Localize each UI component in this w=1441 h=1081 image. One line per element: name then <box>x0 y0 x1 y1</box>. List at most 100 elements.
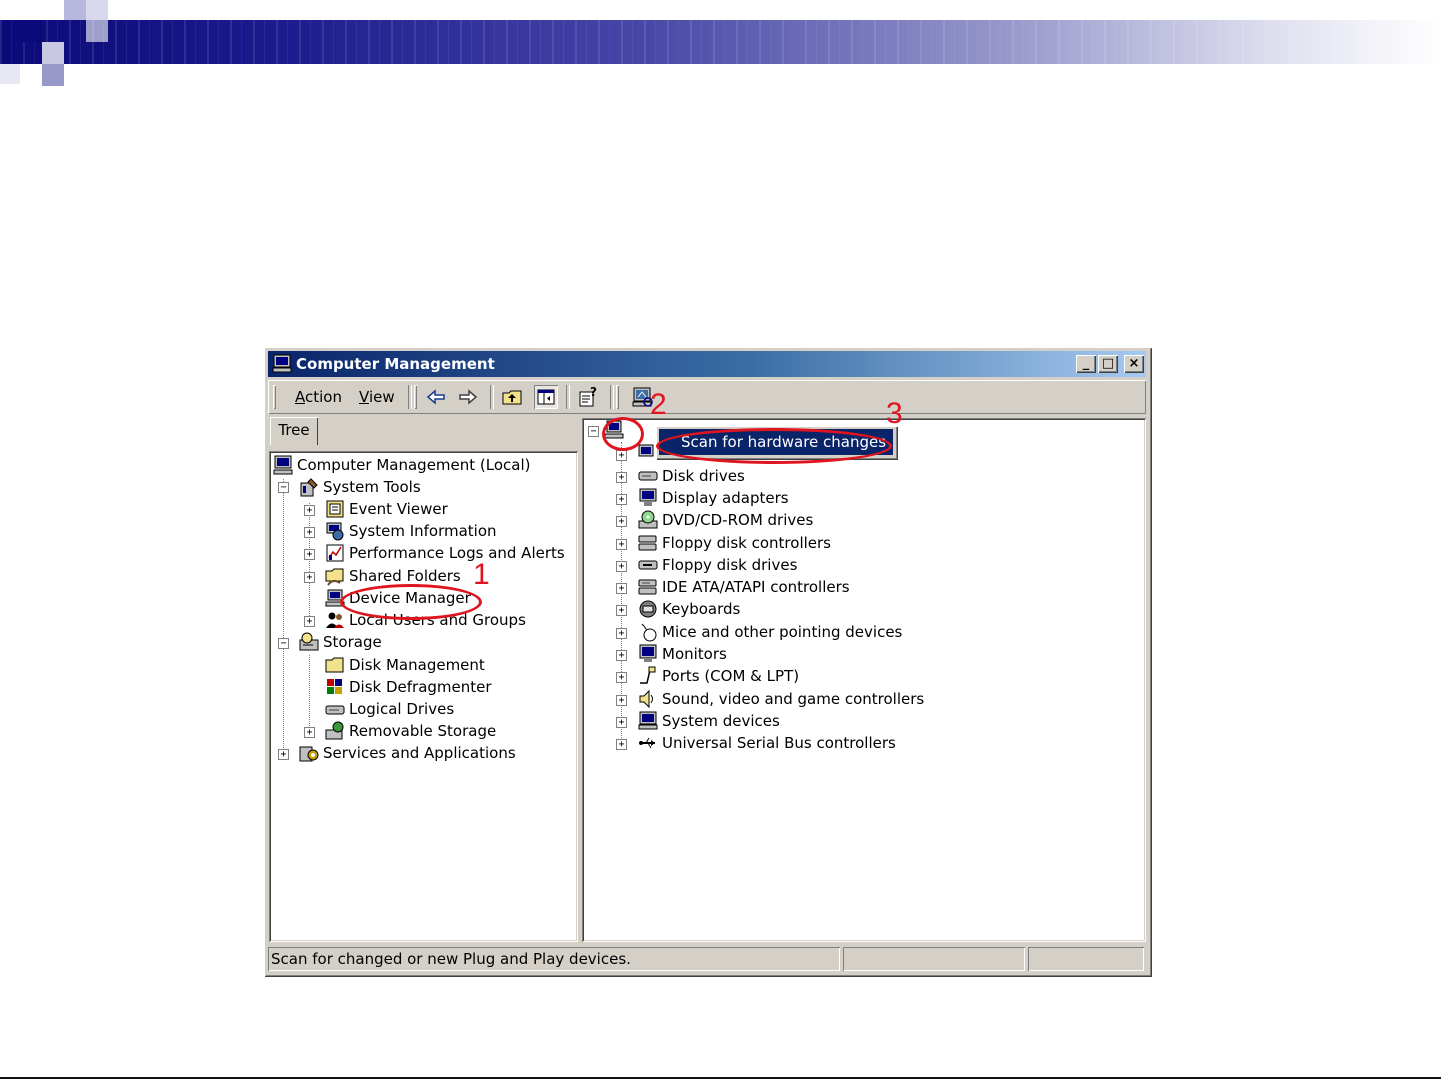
status-bar: Scan for changed or new Plug and Play de… <box>268 947 1146 971</box>
expand-toggle[interactable]: + <box>304 616 315 627</box>
logical-drives-icon <box>325 705 345 715</box>
expand-toggle[interactable]: + <box>616 739 627 750</box>
tree-node-label: Event Viewer <box>349 500 448 518</box>
floppy-drive-icon <box>638 560 658 570</box>
slide-decor-square <box>64 0 86 20</box>
slide-decor-square <box>42 64 64 86</box>
tree-node-label: Disk Management <box>349 656 485 674</box>
usb-icon <box>639 737 655 749</box>
expand-toggle[interactable]: + <box>304 572 315 583</box>
device-category-label: System devices <box>662 712 780 730</box>
console-tree-pane[interactable]: Computer Management (Local) − System Too… <box>269 451 578 942</box>
status-text: Scan for changed or new Plug and Play de… <box>268 947 840 971</box>
device-category-label: Keyboards <box>662 600 741 618</box>
collapse-toggle[interactable]: − <box>588 426 599 437</box>
expand-toggle[interactable]: + <box>616 494 627 505</box>
disk-management-icon <box>325 657 344 673</box>
expand-toggle[interactable]: + <box>616 628 627 639</box>
device-category-label: DVD/CD-ROM drives <box>662 511 814 529</box>
slide-footer-line <box>0 1077 1441 1079</box>
expand-toggle[interactable]: + <box>304 505 315 516</box>
expand-toggle[interactable]: + <box>616 472 627 483</box>
title-bar[interactable]: Computer Management _ □ × <box>268 351 1146 377</box>
tree-node-label: Computer Management (Local) <box>297 456 531 474</box>
context-menu: Scan for hardware changes <box>656 426 898 460</box>
toolbar-grip <box>414 385 417 409</box>
device-category-label: Floppy disk controllers <box>662 534 831 552</box>
tree-node-label: Disk Defragmenter <box>349 678 492 696</box>
device-list-pane[interactable]: − + + Disk drives + Display adapters + D… <box>582 418 1146 942</box>
tree-node-label: Removable Storage <box>349 722 497 740</box>
toolbar-separator <box>610 385 614 409</box>
display-adapter-icon <box>639 488 657 506</box>
action-menu[interactable]: Action <box>295 388 342 406</box>
expand-toggle[interactable]: + <box>616 650 627 661</box>
collapse-toggle[interactable]: − <box>278 482 289 493</box>
tree-node-label: Services and Applications <box>323 744 516 762</box>
computer-icon <box>273 455 293 475</box>
computer-device-icon <box>638 444 654 457</box>
device-category-label: Monitors <box>662 645 727 663</box>
tree-node-label: System Tools <box>323 478 421 496</box>
disk-defragmenter-icon <box>327 679 342 694</box>
forward-arrow-icon[interactable] <box>456 385 480 409</box>
toolbar-grip <box>273 385 276 409</box>
expand-toggle[interactable]: + <box>616 561 627 572</box>
expand-toggle[interactable]: + <box>616 450 627 461</box>
tree-node-label: Performance Logs and Alerts <box>349 544 565 562</box>
toolbar-separator <box>408 385 412 409</box>
performance-logs-icon <box>326 544 344 562</box>
system-information-icon <box>326 522 344 541</box>
computer-management-window: Computer Management _ □ × Action View ? … <box>264 347 1152 977</box>
tree-node-label: System Information <box>349 522 497 540</box>
expand-toggle[interactable]: + <box>278 749 289 760</box>
show-hide-console-tree-icon[interactable] <box>534 385 558 409</box>
port-icon <box>640 666 656 684</box>
collapse-toggle[interactable]: − <box>278 638 289 649</box>
storage-icon <box>299 632 319 651</box>
mouse-icon <box>641 623 657 642</box>
tree-node-label: Storage <box>323 633 382 651</box>
expand-toggle[interactable]: + <box>304 727 315 738</box>
annotation-number: 2 <box>650 388 667 421</box>
system-devices-icon <box>638 711 658 730</box>
scan-for-hardware-changes-menu-item[interactable]: Scan for hardware changes <box>659 429 893 455</box>
view-menu[interactable]: View <box>359 388 395 406</box>
expand-toggle[interactable]: + <box>616 539 627 550</box>
back-arrow-icon[interactable] <box>424 385 448 409</box>
tree-connector <box>309 655 310 732</box>
tree-node-label: Logical Drives <box>349 700 455 718</box>
expand-toggle[interactable]: + <box>616 583 627 594</box>
up-one-level-icon[interactable] <box>500 385 524 409</box>
annotation-number: 1 <box>473 558 490 591</box>
tree-node-label: Local Users and Groups <box>349 611 526 629</box>
floppy-controller-icon <box>638 535 657 551</box>
removable-storage-icon <box>325 721 344 740</box>
expand-toggle[interactable]: + <box>616 672 627 683</box>
tab-tree[interactable]: Tree <box>270 417 318 445</box>
slide-header-banner <box>0 20 1441 64</box>
tree-node-label: Device Manager <box>349 589 471 607</box>
event-viewer-icon <box>326 500 344 518</box>
properties-help-icon[interactable]: ? <box>576 385 600 409</box>
expand-toggle[interactable]: + <box>304 527 315 538</box>
device-category-label: Universal Serial Bus controllers <box>662 734 896 752</box>
window-title: Computer Management <box>296 355 495 373</box>
services-applications-icon <box>299 746 319 762</box>
expand-toggle[interactable]: + <box>304 549 315 560</box>
expand-toggle[interactable]: + <box>616 516 627 527</box>
close-button[interactable]: × <box>1124 355 1144 373</box>
tree-node-label: Shared Folders <box>349 567 461 585</box>
expand-toggle[interactable]: + <box>616 605 627 616</box>
sound-icon <box>639 689 653 709</box>
device-category-label: IDE ATA/ATAPI controllers <box>662 578 850 596</box>
toolbar-grip <box>616 385 619 409</box>
keyboard-icon <box>639 600 657 618</box>
expand-toggle[interactable]: + <box>616 695 627 706</box>
expand-toggle[interactable]: + <box>616 717 627 728</box>
dvd-drive-icon <box>638 510 658 529</box>
slide-decor-square <box>42 42 64 64</box>
minimize-button[interactable]: _ <box>1076 355 1096 373</box>
maximize-button[interactable]: □ <box>1098 355 1118 373</box>
disk-drive-icon <box>638 471 658 481</box>
